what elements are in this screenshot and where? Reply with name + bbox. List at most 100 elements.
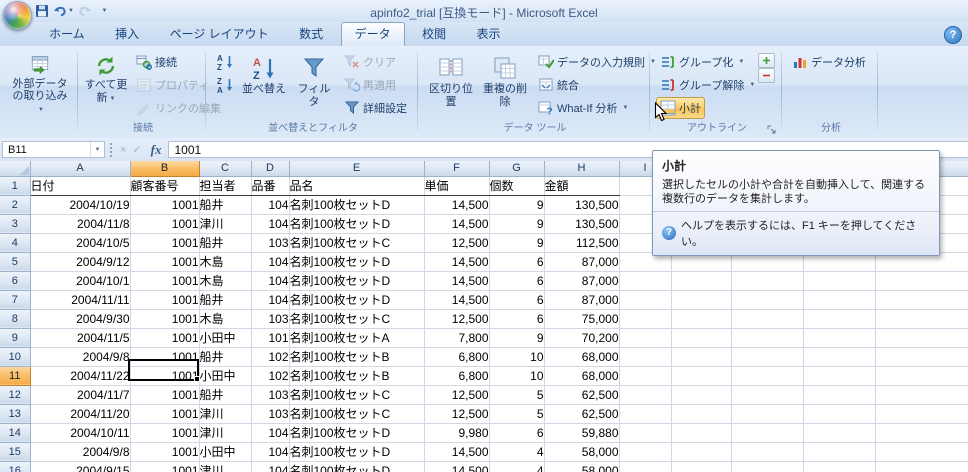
cell-C16[interactable]: 津川 [199, 461, 251, 472]
cell-E10[interactable]: 名刺100枚セットB [289, 347, 424, 366]
connections-button[interactable]: 接続 [132, 51, 181, 73]
redo-button[interactable] [77, 2, 93, 20]
cell-G10[interactable]: 10 [489, 347, 544, 366]
cell-C9[interactable]: 小田中 [199, 328, 251, 347]
properties-button[interactable]: プロパティ [132, 74, 213, 96]
cell-A5[interactable]: 2004/9/12 [30, 252, 130, 271]
column-header-B[interactable]: B [130, 161, 199, 176]
cell-J12[interactable] [671, 385, 731, 404]
cell-H15[interactable]: 58,000 [544, 442, 619, 461]
cell-H1[interactable]: 金額 [544, 176, 619, 195]
cell-L8[interactable] [803, 309, 875, 328]
cell-I8[interactable] [619, 309, 671, 328]
cell-F1[interactable]: 単価 [424, 176, 489, 195]
cell-G3[interactable]: 9 [489, 214, 544, 233]
cell-G2[interactable]: 9 [489, 195, 544, 214]
cell-D4[interactable]: 103 [251, 233, 289, 252]
cell-K9[interactable] [731, 328, 803, 347]
cell-D3[interactable]: 104 [251, 214, 289, 233]
row-header-14[interactable]: 14 [0, 423, 30, 442]
row-header-5[interactable]: 5 [0, 252, 30, 271]
tab-formulas[interactable]: 数式 [286, 23, 336, 46]
row-header-9[interactable]: 9 [0, 328, 30, 347]
ungroup-button[interactable]: グループ解除 ▼ [656, 74, 759, 96]
cell-B7[interactable]: 1001 [130, 290, 199, 309]
cell-C13[interactable]: 津川 [199, 404, 251, 423]
cell-B10[interactable]: 1001 [130, 347, 199, 366]
cell-D14[interactable]: 104 [251, 423, 289, 442]
cell-A4[interactable]: 2004/10/5 [30, 233, 130, 252]
cell-F8[interactable]: 12,500 [424, 309, 489, 328]
cell-H4[interactable]: 112,500 [544, 233, 619, 252]
row-header-1[interactable]: 1 [0, 176, 30, 195]
cell-M15[interactable] [875, 442, 968, 461]
cell-G6[interactable]: 6 [489, 271, 544, 290]
cell-E16[interactable]: 名刺100枚セットD [289, 461, 424, 472]
cell-E7[interactable]: 名刺100枚セットD [289, 290, 424, 309]
row-header-2[interactable]: 2 [0, 195, 30, 214]
cell-B3[interactable]: 1001 [130, 214, 199, 233]
cell-G12[interactable]: 5 [489, 385, 544, 404]
row-header-6[interactable]: 6 [0, 271, 30, 290]
cell-L16[interactable] [803, 461, 875, 472]
cell-C10[interactable]: 船井 [199, 347, 251, 366]
cell-B16[interactable]: 1001 [130, 461, 199, 472]
cell-D13[interactable]: 103 [251, 404, 289, 423]
cell-J16[interactable] [671, 461, 731, 472]
cell-J13[interactable] [671, 404, 731, 423]
cell-F15[interactable]: 14,500 [424, 442, 489, 461]
cell-J8[interactable] [671, 309, 731, 328]
office-button[interactable] [3, 1, 32, 30]
cell-E1[interactable]: 品名 [289, 176, 424, 195]
cell-L10[interactable] [803, 347, 875, 366]
sort-descending-button[interactable]: Z A [212, 74, 238, 96]
cell-H14[interactable]: 59,880 [544, 423, 619, 442]
cell-B15[interactable]: 1001 [130, 442, 199, 461]
cell-B9[interactable]: 1001 [130, 328, 199, 347]
cell-A13[interactable]: 2004/11/20 [30, 404, 130, 423]
cell-G1[interactable]: 個数 [489, 176, 544, 195]
cell-M16[interactable] [875, 461, 968, 472]
show-detail-button[interactable] [758, 53, 775, 68]
cell-H6[interactable]: 87,000 [544, 271, 619, 290]
get-external-data-button[interactable]: 外部データの取り込み▼ [8, 51, 72, 117]
column-header-H[interactable]: H [544, 161, 619, 176]
cell-I7[interactable] [619, 290, 671, 309]
cell-C2[interactable]: 船井 [199, 195, 251, 214]
row-header-8[interactable]: 8 [0, 309, 30, 328]
cell-D8[interactable]: 103 [251, 309, 289, 328]
undo-button[interactable]: ▼ [53, 2, 74, 20]
cell-D7[interactable]: 104 [251, 290, 289, 309]
column-header-G[interactable]: G [489, 161, 544, 176]
cell-D2[interactable]: 104 [251, 195, 289, 214]
cell-M9[interactable] [875, 328, 968, 347]
cell-C15[interactable]: 小田中 [199, 442, 251, 461]
cell-K10[interactable] [731, 347, 803, 366]
name-box[interactable]: B11 ▼ [2, 141, 105, 158]
sort-ascending-button[interactable]: A Z [212, 51, 238, 73]
column-header-A[interactable]: A [30, 161, 130, 176]
cell-I10[interactable] [619, 347, 671, 366]
cell-D9[interactable]: 101 [251, 328, 289, 347]
column-header-D[interactable]: D [251, 161, 289, 176]
tab-view[interactable]: 表示 [464, 23, 514, 46]
row-header-7[interactable]: 7 [0, 290, 30, 309]
cell-H5[interactable]: 87,000 [544, 252, 619, 271]
cell-C8[interactable]: 木島 [199, 309, 251, 328]
column-header-C[interactable]: C [199, 161, 251, 176]
row-header-10[interactable]: 10 [0, 347, 30, 366]
cell-A3[interactable]: 2004/11/8 [30, 214, 130, 233]
cell-B13[interactable]: 1001 [130, 404, 199, 423]
cell-F10[interactable]: 6,800 [424, 347, 489, 366]
cell-A12[interactable]: 2004/11/7 [30, 385, 130, 404]
cell-K14[interactable] [731, 423, 803, 442]
cell-C1[interactable]: 担当者 [199, 176, 251, 195]
cell-C3[interactable]: 津川 [199, 214, 251, 233]
save-button[interactable] [34, 2, 50, 20]
cell-H8[interactable]: 75,000 [544, 309, 619, 328]
cell-E2[interactable]: 名刺100枚セットD [289, 195, 424, 214]
cell-G13[interactable]: 5 [489, 404, 544, 423]
cell-H3[interactable]: 130,500 [544, 214, 619, 233]
cell-E5[interactable]: 名刺100枚セットD [289, 252, 424, 271]
cell-K8[interactable] [731, 309, 803, 328]
